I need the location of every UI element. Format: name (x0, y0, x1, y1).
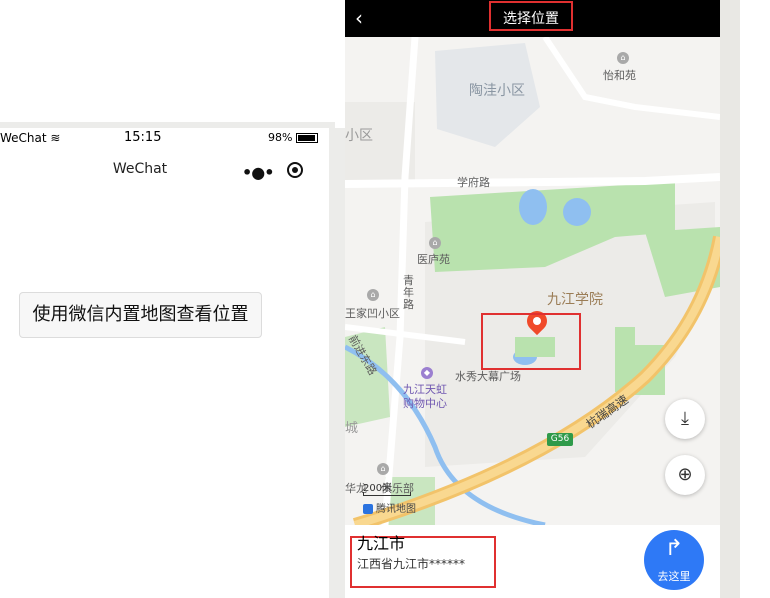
map-label-yilu: 医庐苑 (417, 253, 450, 266)
location-address: 江西省九江市****** (357, 557, 466, 571)
status-time: 15:15 (124, 130, 162, 145)
location-info-panel: 九江市 江西省九江市****** ↱ 去这里 (345, 525, 720, 598)
wifi-icon: ≋ (50, 131, 61, 145)
poi-icon: ◆ (421, 367, 433, 379)
frame-edge (329, 128, 345, 598)
road-badge: G56 (547, 433, 573, 446)
map-label-xuefu-road: 学府路 (457, 176, 490, 189)
locate-button[interactable]: ⊕ (665, 455, 705, 495)
lake-2 (563, 198, 591, 226)
map-label-shuixiu: 水秀大幕广场 (455, 370, 521, 383)
navigation-bar: WeChat •●• (0, 150, 335, 190)
map-label-taowa: 陶洼小区 (469, 83, 525, 99)
more-menu-icon[interactable]: •●• (242, 163, 274, 182)
header-title-highlight: 选择位置 (489, 1, 573, 31)
lake-1 (519, 189, 547, 225)
map-label-tianhong: 九江天虹购物中心 (403, 383, 447, 410)
map-label-jiujiang-college: 九江学院 (547, 292, 603, 308)
nav-title: WeChat (112, 161, 168, 177)
back-chevron-icon[interactable]: ‹ (355, 6, 363, 30)
poi-icon: ⌂ (617, 52, 629, 64)
left-blank-area (0, 0, 335, 122)
capsule-close-icon[interactable] (287, 162, 303, 178)
locate-icon: ⊕ (677, 464, 693, 485)
download-button[interactable]: ⤓ (665, 399, 705, 439)
go-here-button[interactable]: ↱ 去这里 (644, 530, 704, 590)
map-scale-bar (363, 492, 411, 496)
map-label-yihe: 怡和苑 (603, 69, 636, 82)
turn-arrow-icon: ↱ (664, 536, 684, 561)
map-view[interactable]: 陶洼小区 ⌂ 怡和苑 小区 学府路 ⌂ 医庐苑 青年路 九江学院 ⌂ 王家凹小区… (345, 37, 720, 525)
download-icon: ⤓ (681, 408, 689, 429)
battery-status: 98% (268, 131, 318, 144)
map-logo: 腾讯地图 (363, 500, 416, 515)
location-name: 九江市 (357, 534, 406, 553)
status-bar: WeChat ≋ 15:15 98% (0, 128, 335, 148)
header-title: 选择位置 (503, 11, 559, 27)
map-label-xiaoqu: 小区 (345, 128, 373, 144)
pin-highlight-box (481, 313, 581, 370)
map-label-wangjiaao: 王家凹小区 (345, 307, 400, 320)
go-here-label: 去这里 (657, 570, 691, 583)
carrier-label: WeChat ≋ (0, 131, 61, 145)
poi-icon: ⌂ (377, 463, 389, 475)
battery-icon (295, 133, 318, 143)
map-header: ‹ 选择位置 (345, 0, 720, 37)
poi-icon: ⌂ (367, 289, 379, 301)
map-canvas (345, 37, 720, 525)
open-map-button[interactable]: 使用微信内置地图查看位置 (19, 292, 262, 338)
map-label-qingnian-road: 青年路 (403, 274, 414, 311)
tencent-map-logo-icon (363, 504, 373, 514)
map-label-cheng: 城 (345, 421, 359, 436)
poi-icon: ⌂ (429, 237, 441, 249)
right-gutter (720, 0, 770, 598)
